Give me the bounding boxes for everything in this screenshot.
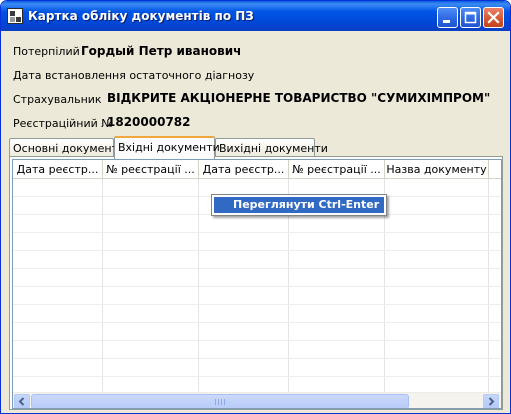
column-header-registration-number[interactable]: № реєстрації ... xyxy=(103,160,199,178)
victim-label: Потерпілий xyxy=(13,45,80,58)
victim-value: Гордый Петр иванович xyxy=(81,44,242,58)
row-divider xyxy=(13,250,501,251)
row-divider xyxy=(13,340,501,341)
window-title: Картка обліку документів по ПЗ xyxy=(28,9,254,23)
scroll-left-button[interactable] xyxy=(14,394,30,408)
registration-label: Реєстраційний № xyxy=(13,117,113,130)
column-header-registration-number-2[interactable]: № реєстрації ... xyxy=(289,160,385,178)
row-divider xyxy=(13,304,501,305)
row-divider xyxy=(13,268,501,269)
diagnosis-date-label: Дата встановлення остаточного діагнозу xyxy=(13,69,255,82)
horizontal-scrollbar[interactable] xyxy=(13,392,501,408)
maximize-icon xyxy=(464,11,477,24)
column-header-document-name[interactable]: Назва документу xyxy=(385,160,489,178)
title-bar[interactable]: Картка обліку документів по ПЗ xyxy=(1,1,510,31)
scroll-thumb[interactable] xyxy=(31,394,409,408)
context-menu: Переглянути Ctrl-Enter xyxy=(211,194,387,216)
scroll-right-button[interactable] xyxy=(483,394,499,408)
maximize-button[interactable] xyxy=(460,7,481,28)
tab-main-documents[interactable]: Основні документи xyxy=(9,138,125,158)
row-divider xyxy=(13,376,501,377)
row-divider xyxy=(13,358,501,359)
row-divider xyxy=(13,286,501,287)
document-card-window: Картка обліку документів по ПЗ Потерпіли… xyxy=(0,0,511,414)
grip-line xyxy=(215,399,216,405)
close-button[interactable] xyxy=(483,7,504,28)
chevron-right-icon xyxy=(488,397,495,406)
minimize-button[interactable] xyxy=(437,7,458,28)
app-icon xyxy=(7,8,23,24)
column-header-registration-date-2[interactable]: Дата реєстр... xyxy=(199,160,289,178)
insurer-label: Страхувальник xyxy=(13,93,102,106)
grip-line xyxy=(218,399,219,405)
row-divider xyxy=(13,322,501,323)
row-divider xyxy=(13,232,501,233)
minimize-icon xyxy=(443,20,450,23)
chevron-left-icon xyxy=(18,397,25,406)
grid-header: Дата реєстр... № реєстрації ... Дата реє… xyxy=(13,160,501,179)
grip-line xyxy=(221,399,222,405)
insurer-value: ВІДКРИТЕ АКЦІОНЕРНЕ ТОВАРИСТВО "СУМИХІМП… xyxy=(107,91,491,105)
column-header-registration-date[interactable]: Дата реєстр... xyxy=(13,160,103,178)
close-icon xyxy=(487,11,500,24)
context-menu-view-item[interactable]: Переглянути Ctrl-Enter xyxy=(214,197,384,213)
grip-line xyxy=(224,399,225,405)
registration-value: 1820000782 xyxy=(107,115,191,129)
tab-incoming-documents[interactable]: Вхідні документи xyxy=(114,136,220,159)
tab-outgoing-documents[interactable]: Вихідні документи xyxy=(215,138,328,158)
